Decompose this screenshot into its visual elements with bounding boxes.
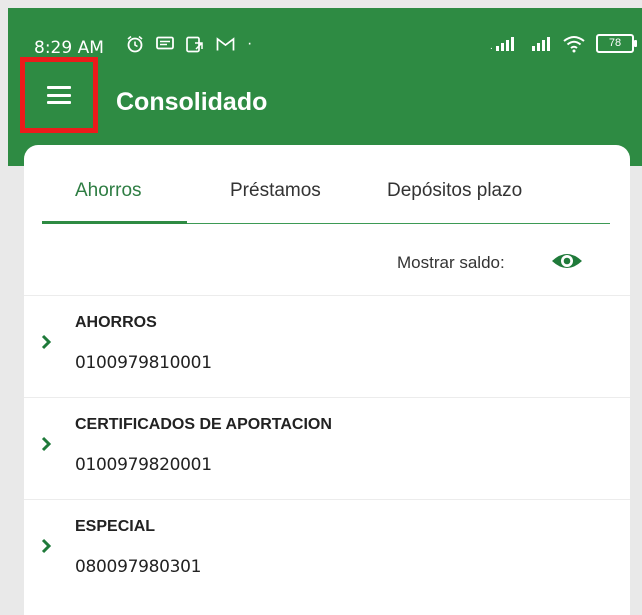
eye-icon[interactable] [550,250,584,272]
gmail-icon [216,36,235,50]
account-number: 0100979820001 [75,455,212,475]
chevron-right-icon [41,538,52,554]
account-number: 0100979810001 [75,353,212,373]
account-item[interactable]: AHORROS 0100979810001 [24,295,630,397]
status-separator: · [247,35,253,52]
tab-depositos-plazo[interactable]: Depósitos plazo [387,180,522,202]
page-title: Consolidado [116,88,268,116]
battery-icon: 78 [596,34,637,53]
tab-ahorros[interactable]: Ahorros [75,180,142,202]
message-icon [156,36,174,50]
system-icons: . 78 [490,34,637,53]
menu-button[interactable] [20,57,98,133]
tab-prestamos[interactable]: Préstamos [230,180,321,202]
account-number: 080097980301 [75,557,202,577]
show-balance-label: Mostrar saldo: [397,253,505,272]
screen-cast-icon [186,36,203,52]
account-item[interactable]: ESPECIAL 080097980301 [24,499,630,601]
chevron-right-icon [41,436,52,452]
account-item[interactable]: CERTIFICADOS DE APORTACION 0100979820001 [24,397,630,499]
show-balance-row: Mostrar saldo: [24,225,630,295]
wifi-icon [563,35,585,52]
svg-text:.: . [490,41,493,52]
tab-bar: Ahorros Préstamos Depósitos plazo [24,145,630,225]
content-card: Ahorros Préstamos Depósitos plazo Mostra… [24,145,630,615]
status-time: 8:29 AM [34,38,104,58]
account-name: ESPECIAL [75,518,156,535]
app-header: 8:29 AM · . 78 Consolidado [8,8,642,166]
chevron-right-icon [41,334,52,350]
account-name: AHORROS [75,314,157,331]
alarm-icon [127,35,143,53]
account-list: AHORROS 0100979810001 CERTIFICADOS DE AP… [24,295,630,601]
signal-icon: . [490,36,514,52]
hamburger-menu-icon [47,86,71,104]
active-tab-indicator [42,221,187,224]
account-name: CERTIFICADOS DE APORTACION [75,416,332,433]
status-bar: 8:29 AM · . 78 [8,8,642,78]
notification-icons: · [126,35,252,53]
signal-icon [532,36,550,51]
